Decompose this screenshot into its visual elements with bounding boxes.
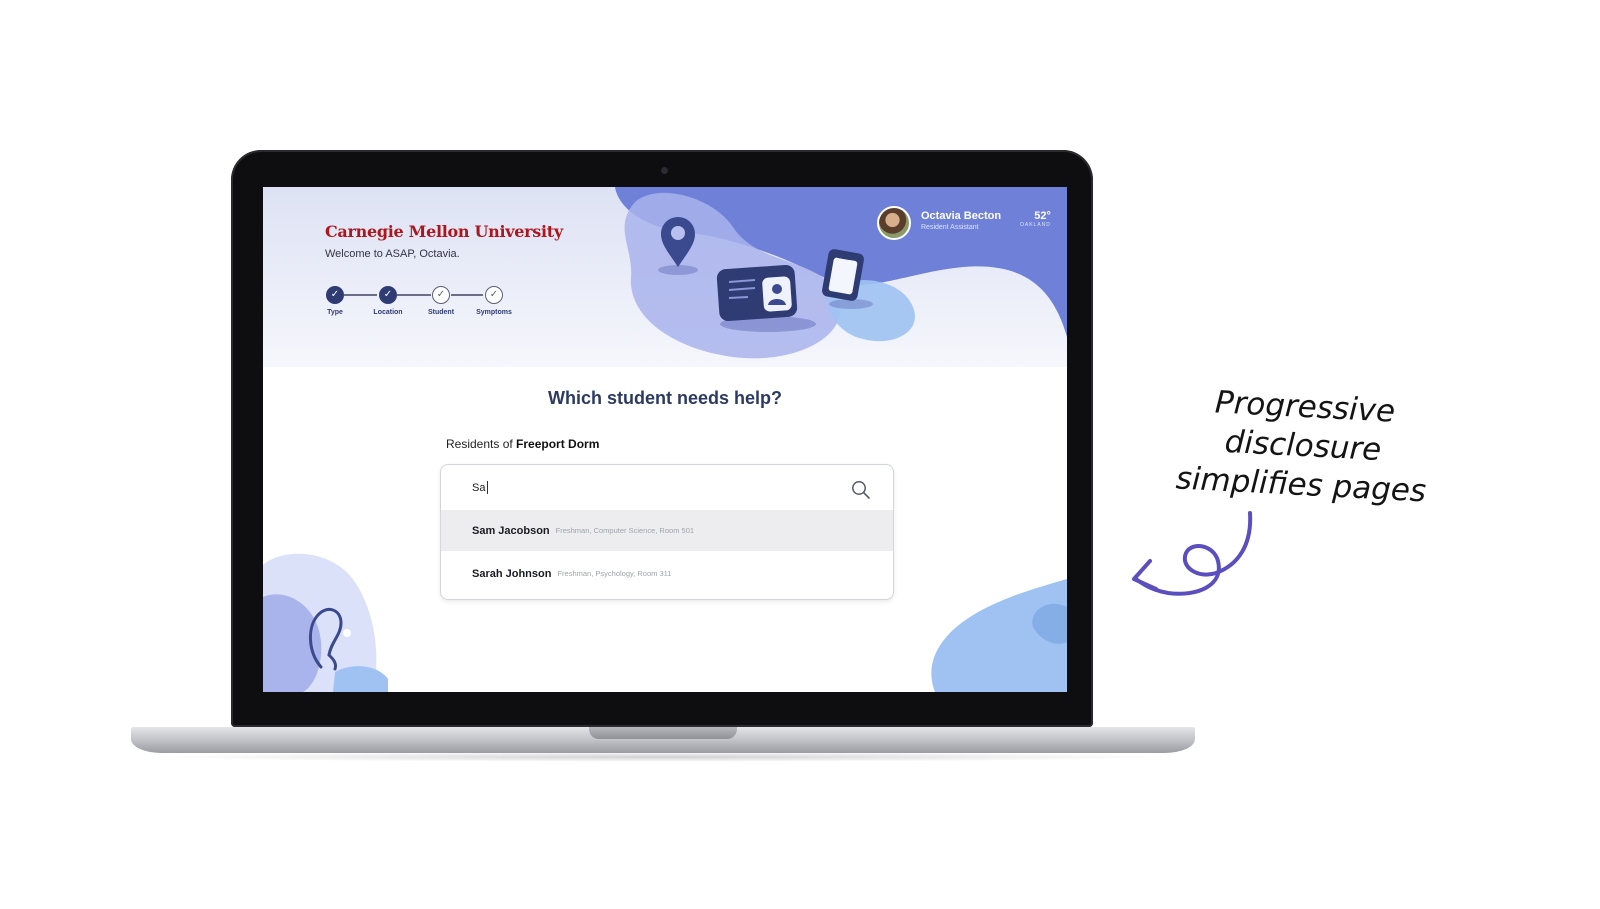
dorm-name: Freeport Dorm [516,437,600,451]
laptop-notch [589,727,737,739]
user-name: Octavia Becton [921,210,1002,222]
search-icon[interactable] [851,480,871,500]
weather-temperature: 52° [1034,210,1051,222]
step-label-type: Type [327,309,343,316]
decorative-illustrations [263,187,1067,692]
search-result-item[interactable]: Sarah Johnson Freshman, Psychology, Room… [441,553,893,594]
annotation-text: Progressive disclosure simplifies pages [1130,379,1476,513]
student-search-input[interactable] [441,465,893,510]
weather-city: OAKLAND [1020,222,1051,228]
avatar[interactable] [877,206,911,240]
webcam [661,167,668,174]
step-label-student: Student [427,309,455,316]
result-detail: Freshman, Psychology, Room 311 [557,569,672,578]
checkmark-icon: ✓ [436,289,446,300]
weather-widget: 52° OAKLAND [1020,210,1051,228]
step-label-symptoms: Symptoms [476,309,512,316]
curly-arrow-icon [1132,511,1253,596]
step-type[interactable]: ✓ [326,286,344,304]
university-logo[interactable]: Carnegie Mellon University [325,222,563,241]
search-result-item[interactable]: Sam Jacobson Freshman, Computer Science,… [441,510,893,551]
welcome-message: Welcome to ASAP, Octavia. [325,248,460,260]
step-connector [451,294,483,296]
step-connector [344,294,377,296]
step-location[interactable]: ✓ [379,286,397,304]
residents-label: Residents of Freeport Dorm [446,437,599,451]
step-label-location: Location [373,309,403,316]
result-name: Sarah Johnson [472,567,552,580]
student-search-card: Sam Jacobson Freshman, Computer Science,… [440,464,894,600]
checkmark-icon: ✓ [489,289,499,300]
user-role: Resident Assistant [921,224,979,231]
step-symptoms[interactable]: ✓ [485,286,503,304]
page-title: Which student needs help? [547,388,782,408]
step-connector [397,294,431,296]
checkmark-icon: ✓ [383,289,393,300]
text-caret [487,481,488,494]
laptop-shadow [150,752,1176,762]
result-detail: Freshman, Computer Science, Room 501 [555,526,695,535]
app-screen: Carnegie Mellon University Welcome to AS… [263,187,1067,692]
result-name: Sam Jacobson [472,524,550,537]
residents-prefix: Residents of [446,437,513,451]
checkmark-icon: ✓ [330,289,340,300]
step-student[interactable]: ✓ [432,286,450,304]
